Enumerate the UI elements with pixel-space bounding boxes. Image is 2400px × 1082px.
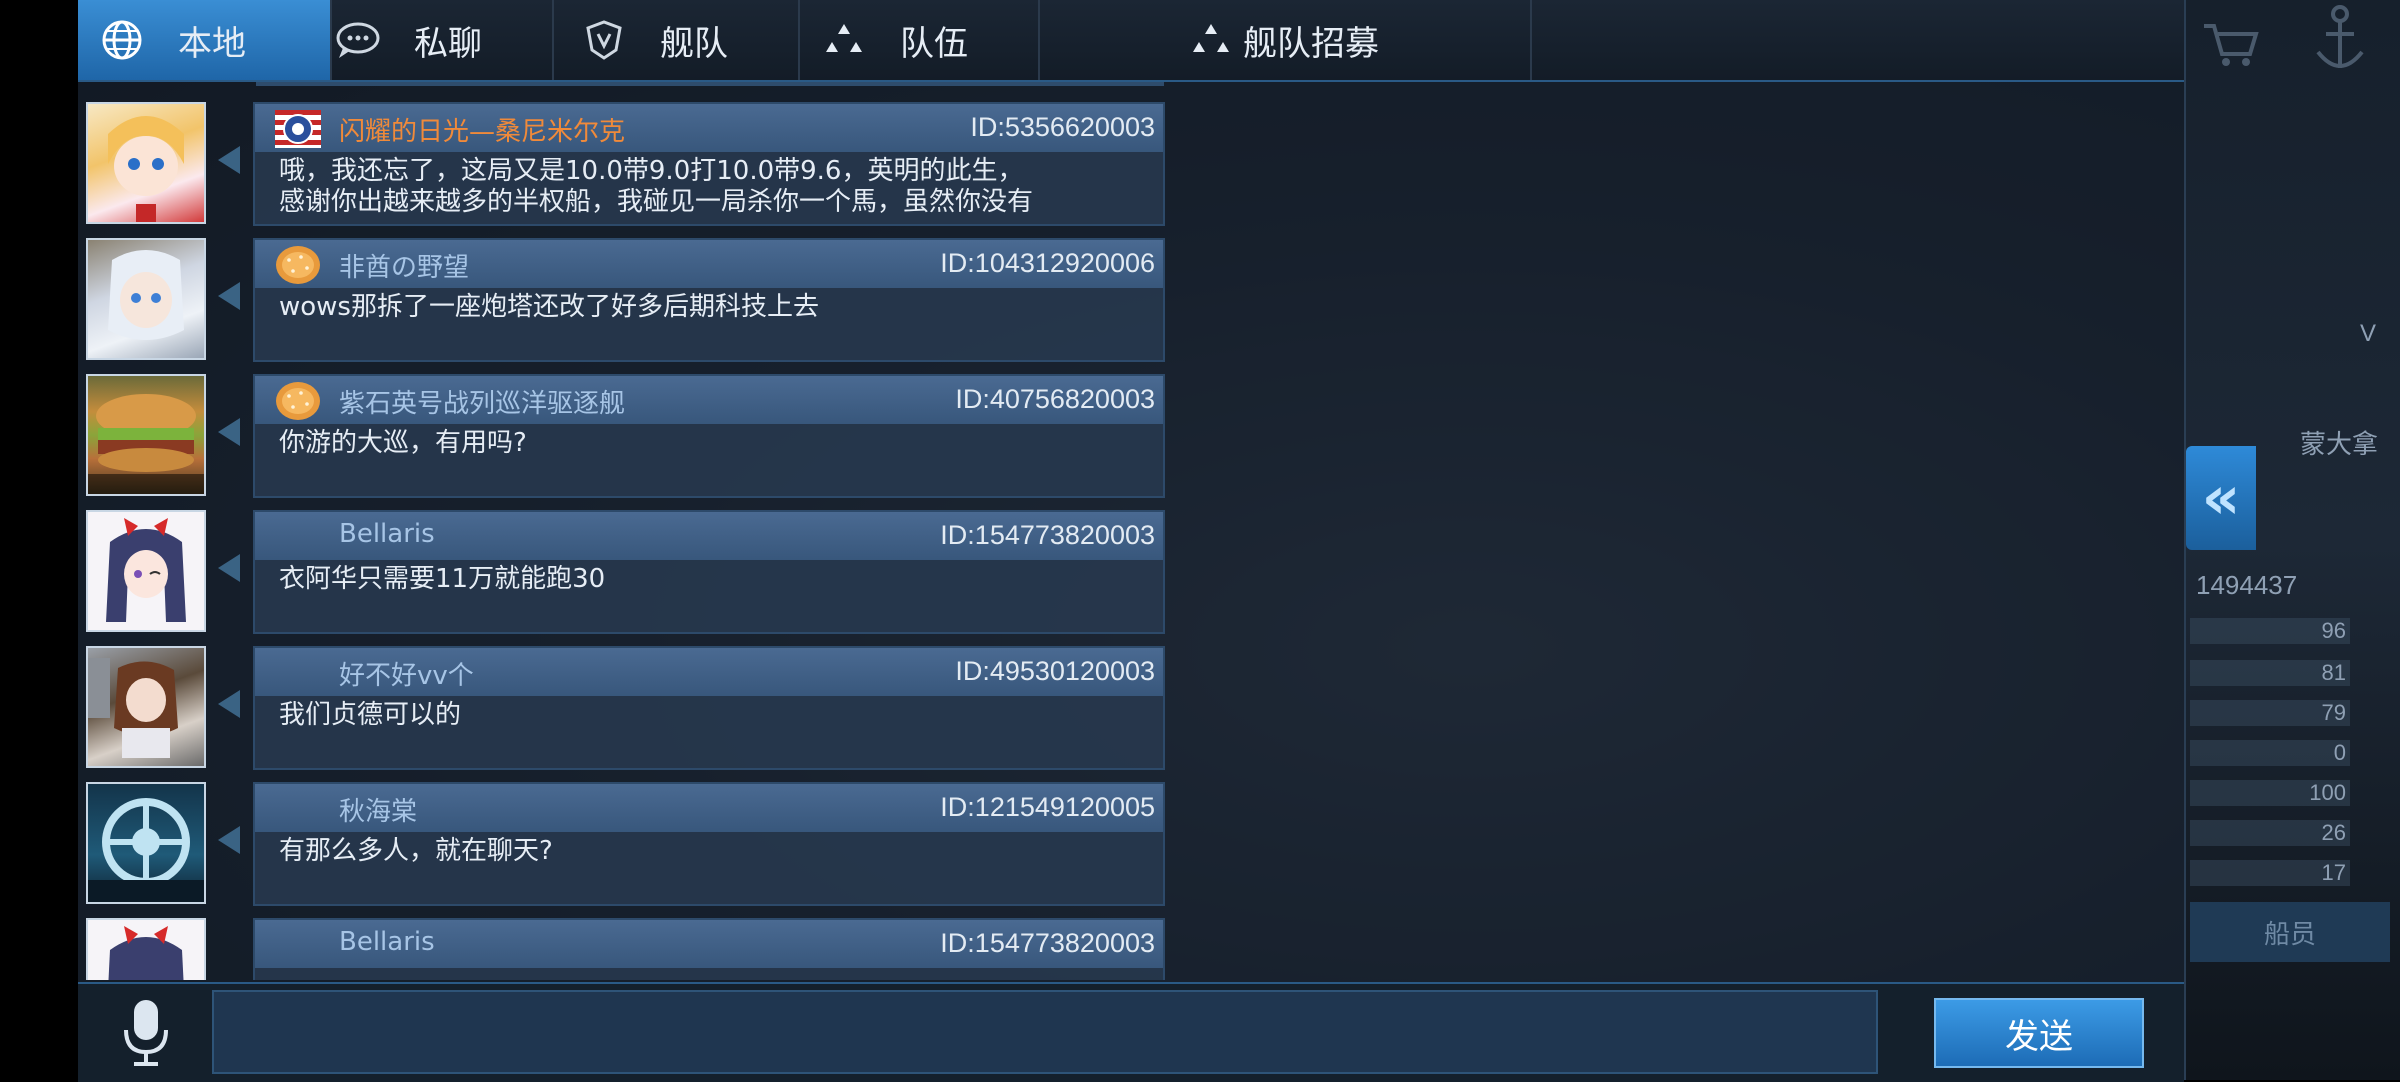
bubble-pointer bbox=[218, 690, 240, 718]
sender-name[interactable]: 紫石英号战列巡洋驱逐舰 bbox=[339, 383, 625, 420]
chat-panel: 本地 私聊 舰队 队伍 舰队招募 闪耀的日光—桑尼米尔克 ID:53566200… bbox=[78, 0, 2186, 1082]
message-header: 闪耀的日光—桑尼米尔克 ID:5356620003 bbox=[255, 104, 1163, 152]
sender-id: ID:40756820003 bbox=[955, 384, 1155, 414]
hud-v-mark: V bbox=[2360, 320, 2377, 347]
hud-stat-row: 81 bbox=[2190, 660, 2350, 686]
tab-fleet-recruit[interactable]: 舰队招募 bbox=[1034, 0, 1532, 80]
tab-label: 本地 bbox=[178, 23, 246, 64]
sender-id: ID:121549120005 bbox=[940, 792, 1155, 822]
microphone-icon[interactable] bbox=[116, 996, 176, 1068]
message-bubble: 非酋の野望 ID:104312920006 wows那拆了一座炮塔还改了好多后期… bbox=[253, 238, 1165, 362]
message-header: 非酋の野望 ID:104312920006 bbox=[255, 240, 1163, 288]
tab-label: 舰队 bbox=[660, 23, 728, 64]
chat-message: Bellaris ID:154773820003 bbox=[78, 912, 1168, 980]
bubble-pointer bbox=[218, 554, 240, 582]
sender-name[interactable]: 闪耀的日光—桑尼米尔克 bbox=[339, 111, 625, 148]
sender-id: ID:154773820003 bbox=[940, 928, 1155, 958]
hud-stat-row: 0 bbox=[2190, 740, 2350, 766]
hud-stat-row: 26 bbox=[2190, 820, 2350, 846]
bread-badge-icon bbox=[276, 382, 320, 420]
avatar[interactable] bbox=[86, 646, 206, 768]
sender-name[interactable]: Bellaris bbox=[339, 927, 435, 957]
chat-message: 好不好vv个 ID:49530120003 我们贞德可以的 bbox=[78, 640, 1168, 774]
tab-private-chat[interactable]: 私聊 bbox=[314, 0, 554, 80]
message-bubble: Bellaris ID:154773820003 bbox=[253, 918, 1165, 980]
message-bubble: 紫石英号战列巡洋驱逐舰 ID:40756820003 你游的大巡，有用吗? bbox=[253, 374, 1165, 498]
message-bubble: 好不好vv个 ID:49530120003 我们贞德可以的 bbox=[253, 646, 1165, 770]
sender-name[interactable]: Bellaris bbox=[339, 519, 435, 549]
double-chevron-left-icon: « bbox=[2201, 463, 2241, 533]
sender-id: ID:154773820003 bbox=[940, 520, 1155, 550]
message-header: 紫石英号战列巡洋驱逐舰 ID:40756820003 bbox=[255, 376, 1163, 424]
chat-input-bar: 发送 bbox=[78, 982, 2184, 1082]
us-flag-badge-icon bbox=[275, 110, 321, 148]
tab-local[interactable]: 本地 bbox=[78, 0, 332, 80]
team-dots-icon bbox=[818, 14, 870, 66]
hud-stat-row: 79 bbox=[2190, 700, 2350, 726]
message-header: Bellaris ID:154773820003 bbox=[255, 512, 1163, 560]
avatar[interactable] bbox=[86, 918, 206, 980]
sender-name[interactable]: 非酋の野望 bbox=[339, 247, 469, 284]
sender-name[interactable]: 秋海棠 bbox=[339, 791, 417, 828]
sender-id: ID:5356620003 bbox=[970, 112, 1155, 142]
message-list[interactable]: 闪耀的日光—桑尼米尔克 ID:5356620003 哦，我还忘了，这局又是10.… bbox=[78, 82, 1168, 980]
message-text: 我们贞德可以的 bbox=[279, 700, 462, 730]
hud-ship-name: 蒙大拿 bbox=[2300, 429, 2379, 459]
tab-fleet[interactable]: 舰队 bbox=[554, 0, 800, 80]
tab-label: 舰队招募 bbox=[1243, 23, 1379, 64]
chat-tabbar: 本地 私聊 舰队 队伍 舰队招募 bbox=[78, 0, 2184, 82]
bubble-pointer bbox=[218, 282, 240, 310]
message-header: 秋海棠 ID:121549120005 bbox=[255, 784, 1163, 832]
chat-message: 紫石英号战列巡洋驱逐舰 ID:40756820003 你游的大巡，有用吗? bbox=[78, 368, 1168, 502]
collapse-chat-button[interactable]: « bbox=[2186, 446, 2256, 550]
message-bubble: Bellaris ID:154773820003 衣阿华只需要11万就能跑30 bbox=[253, 510, 1165, 634]
previous-message-edge bbox=[256, 82, 1164, 86]
chat-message: 秋海棠 ID:121549120005 有那么多人，就在聊天? bbox=[78, 776, 1168, 910]
fleet-shield-icon bbox=[578, 14, 630, 66]
chat-message: 闪耀的日光—桑尼米尔克 ID:5356620003 哦，我还忘了，这局又是10.… bbox=[78, 96, 1168, 230]
tab-team[interactable]: 队伍 bbox=[794, 0, 1040, 80]
chat-message-input[interactable] bbox=[212, 990, 1878, 1074]
hud-stat-row: 100 bbox=[2190, 780, 2350, 806]
sender-id: ID:104312920006 bbox=[940, 248, 1155, 278]
sender-id: ID:49530120003 bbox=[955, 656, 1155, 686]
bubble-pointer bbox=[218, 826, 240, 854]
avatar[interactable] bbox=[86, 102, 206, 224]
avatar[interactable] bbox=[86, 238, 206, 360]
message-text: wows那拆了一座炮塔还改了好多后期科技上去 bbox=[279, 292, 819, 322]
avatar[interactable] bbox=[86, 374, 206, 496]
bread-badge-icon bbox=[276, 246, 320, 284]
message-header: 好不好vv个 ID:49530120003 bbox=[255, 648, 1163, 696]
globe-icon bbox=[96, 14, 148, 66]
hud-stat-row: 96 bbox=[2190, 618, 2350, 644]
recruit-dots-icon bbox=[1185, 14, 1237, 66]
bubble-pointer bbox=[218, 418, 240, 446]
message-text: 你游的大巡，有用吗? bbox=[279, 428, 527, 458]
tab-label: 私聊 bbox=[414, 23, 482, 64]
avatar[interactable] bbox=[86, 510, 206, 632]
chat-message: Bellaris ID:154773820003 衣阿华只需要11万就能跑30 bbox=[78, 504, 1168, 638]
speech-bubble-icon bbox=[332, 14, 384, 66]
hud-id-value: 1494437 bbox=[2196, 570, 2298, 600]
message-text: 有那么多人，就在聊天? bbox=[279, 836, 553, 866]
message-bubble: 秋海棠 ID:121549120005 有那么多人，就在聊天? bbox=[253, 782, 1165, 906]
avatar[interactable] bbox=[86, 782, 206, 904]
sender-name[interactable]: 好不好vv个 bbox=[339, 655, 474, 692]
hud-stat-row: 17 bbox=[2190, 860, 2350, 886]
chat-message: 非酋の野望 ID:104312920006 wows那拆了一座炮塔还改了好多后期… bbox=[78, 232, 1168, 366]
bubble-pointer bbox=[218, 146, 240, 174]
tab-label: 队伍 bbox=[900, 23, 968, 64]
message-header: Bellaris ID:154773820003 bbox=[255, 920, 1163, 968]
message-text: 衣阿华只需要11万就能跑30 bbox=[279, 564, 606, 594]
message-bubble: 闪耀的日光—桑尼米尔克 ID:5356620003 哦，我还忘了，这局又是10.… bbox=[253, 102, 1165, 226]
anchor-icon[interactable] bbox=[2310, 0, 2370, 80]
crew-button[interactable]: 船员 bbox=[2190, 902, 2390, 962]
message-text: 哦，我还忘了，这局又是10.0带9.0打10.0带9.6，英明的此生，感谢你出越… bbox=[279, 156, 1034, 217]
shop-cart-icon[interactable] bbox=[2200, 20, 2260, 70]
send-button[interactable]: 发送 bbox=[1934, 998, 2144, 1068]
